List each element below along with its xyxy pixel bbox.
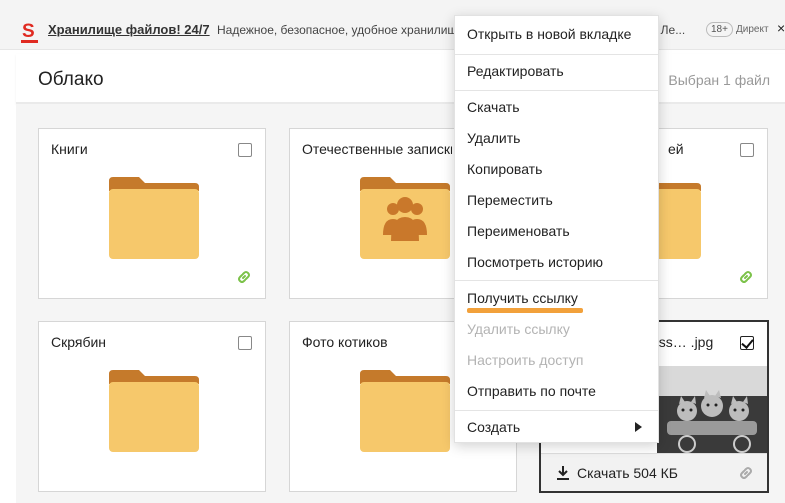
menu-item-create-label: Создать	[467, 419, 521, 435]
file-name: ess… .jpg	[651, 334, 714, 350]
folder-name: Отечественные записки	[302, 141, 452, 157]
download-icon	[557, 466, 569, 480]
ad-logo-underline	[21, 40, 38, 43]
menu-item-delete-link: Удалить ссылку	[467, 321, 570, 337]
menu-item-download[interactable]: Скачать	[455, 93, 658, 121]
download-button[interactable]: Скачать 504 КБ	[577, 465, 678, 481]
menu-item-open-new-tab[interactable]: Открыть в новой вкладке	[455, 20, 658, 48]
folder-card[interactable]: Книги	[38, 128, 266, 299]
menu-divider	[455, 280, 658, 281]
ad-title-link[interactable]: Хранилище файлов! 24/7	[48, 22, 210, 37]
select-checkbox[interactable]	[740, 143, 754, 157]
get-link-highlight	[467, 308, 583, 313]
select-checkbox[interactable]	[238, 143, 252, 157]
folder-name: ей	[668, 141, 684, 157]
shared-folder-icon	[360, 169, 450, 259]
submenu-arrow-icon	[635, 422, 642, 432]
ad-banner[interactable]: S Хранилище файлов! 24/7 Надежное, безоп…	[0, 0, 785, 50]
folder-icon	[109, 169, 199, 259]
select-checkbox[interactable]	[238, 336, 252, 350]
folder-card[interactable]: Скрябин	[38, 321, 266, 492]
context-menu: Открыть в новой вкладке Редактировать Ск…	[454, 15, 659, 443]
menu-item-delete[interactable]: Удалить	[455, 124, 658, 152]
menu-item-history[interactable]: Посмотреть историю	[455, 248, 658, 276]
folder-icon	[109, 362, 199, 452]
image-thumbnail	[657, 366, 767, 456]
menu-item-rename[interactable]: Переименовать	[455, 217, 658, 245]
folder-icon	[360, 362, 450, 452]
menu-item-copy[interactable]: Копировать	[455, 155, 658, 183]
folder-name: Скрябин	[51, 334, 107, 350]
link-icon[interactable]	[739, 466, 753, 480]
menu-divider	[455, 410, 658, 411]
menu-item-move[interactable]: Переместить	[455, 186, 658, 214]
menu-item-edit[interactable]: Редактировать	[455, 57, 658, 85]
download-bar[interactable]: Скачать 504 КБ	[541, 453, 767, 491]
folder-name: Фото котиков	[302, 334, 388, 350]
menu-divider	[455, 90, 658, 91]
ad-text: Надежное, безопасное, удобное хранилище	[217, 23, 457, 37]
link-icon[interactable]	[739, 270, 753, 284]
page-title: Облако	[38, 69, 104, 90]
select-checkbox[interactable]	[740, 336, 754, 350]
menu-item-send-mail[interactable]: Отправить по почте	[455, 377, 658, 405]
age-badge: 18+	[706, 22, 733, 37]
link-icon[interactable]	[237, 270, 251, 284]
menu-item-create[interactable]: Создать	[455, 413, 658, 441]
selection-status: Выбран 1 файл	[668, 72, 770, 88]
ad-logo-icon: S	[22, 21, 35, 42]
folder-name: Книги	[51, 141, 88, 157]
direct-label[interactable]: Директ	[736, 24, 769, 35]
page-header: Облако Выбран 1 файл	[16, 54, 785, 104]
close-icon[interactable]: ×	[777, 20, 785, 36]
menu-item-access-settings: Настроить доступ	[467, 352, 584, 368]
menu-divider	[455, 54, 658, 55]
